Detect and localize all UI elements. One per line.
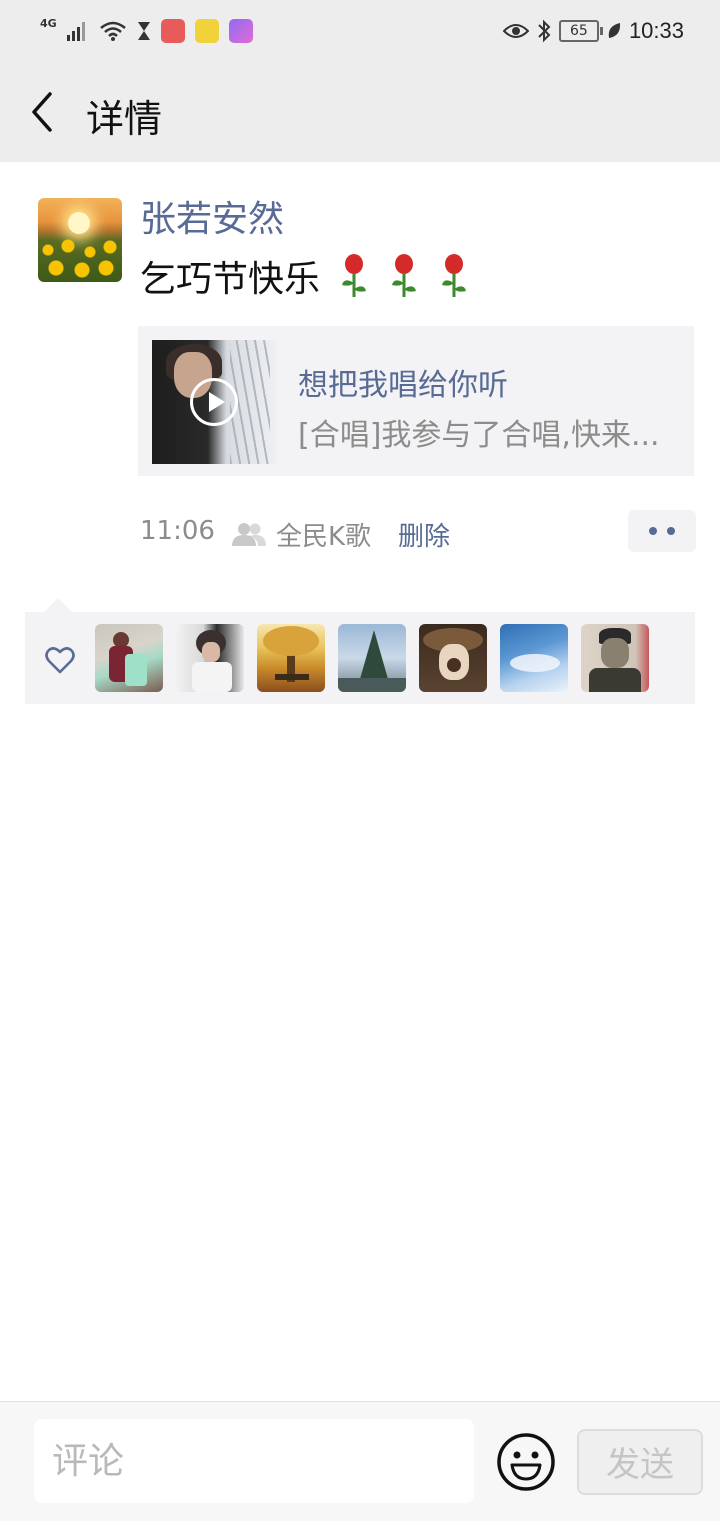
more-actions-button[interactable] [628,510,696,552]
like-avatar[interactable] [257,624,325,692]
avatar-sun [68,212,90,234]
delete-button[interactable]: 删除 [398,516,450,553]
nav-bar: 详情 [0,62,720,162]
comment-bar: 发送 [0,1401,720,1521]
rose-emoji-icon [342,254,367,297]
post-time: 11:06 [140,516,215,546]
song-title: 想把我唱给你听 [298,368,508,403]
app-notification-icon [194,19,219,43]
signal-icon [66,22,85,41]
song-description: [合唱]我参与了合唱,快来... [298,418,660,453]
post-text: 乞巧节快乐 [140,259,321,300]
wifi-icon [99,21,126,41]
post-meta: 11:06 全民K歌 删除 [140,510,696,558]
back-button[interactable] [22,88,66,136]
play-icon[interactable] [190,378,238,426]
clock: 10:33 [628,18,684,43]
post-content: 乞巧节快乐 [140,250,470,302]
status-bar: 4G 65 10:33 [0,0,720,62]
battery-indicator: 65 [558,20,603,42]
app-notification-icon [160,19,185,43]
emoji-button[interactable] [496,1432,556,1492]
bluetooth-icon [538,19,551,43]
dot-icon [667,527,675,535]
likes-pointer [44,598,72,612]
shared-song-card[interactable]: 想把我唱给你听 [合唱]我参与了合唱,快来... [138,326,694,476]
send-button[interactable]: 发送 [577,1429,703,1495]
video-app-icon [228,19,253,43]
post-source[interactable]: 全民K歌 [276,516,371,553]
like-avatar[interactable] [581,624,649,692]
poster-avatar[interactable] [38,198,122,282]
likes-panel [25,612,695,704]
hourglass-icon [137,22,150,40]
like-avatar[interactable] [419,624,487,692]
status-left-icons: 4G [40,16,253,46]
status-right-icons: 65 10:33 [502,14,684,48]
eye-icon [502,24,529,38]
song-thumbnail [152,340,276,464]
dot-icon [649,527,657,535]
like-avatar[interactable] [95,624,163,692]
comment-input[interactable] [34,1419,474,1503]
smiley-icon [497,1433,555,1491]
heart-icon [45,647,75,674]
leaf-icon [608,23,621,38]
rose-emoji-icon [442,254,467,297]
page-title: 详情 [86,97,163,141]
poster-name[interactable]: 张若安然 [140,190,284,242]
chevron-left-icon [32,92,52,132]
avatar-sunflowers [38,238,122,282]
group-visibility-icon [232,523,266,546]
like-avatar[interactable] [176,624,244,692]
rose-emoji-icon [392,254,417,297]
network-type: 4G [40,16,57,30]
like-avatar[interactable] [338,624,406,692]
like-avatar[interactable] [500,624,568,692]
